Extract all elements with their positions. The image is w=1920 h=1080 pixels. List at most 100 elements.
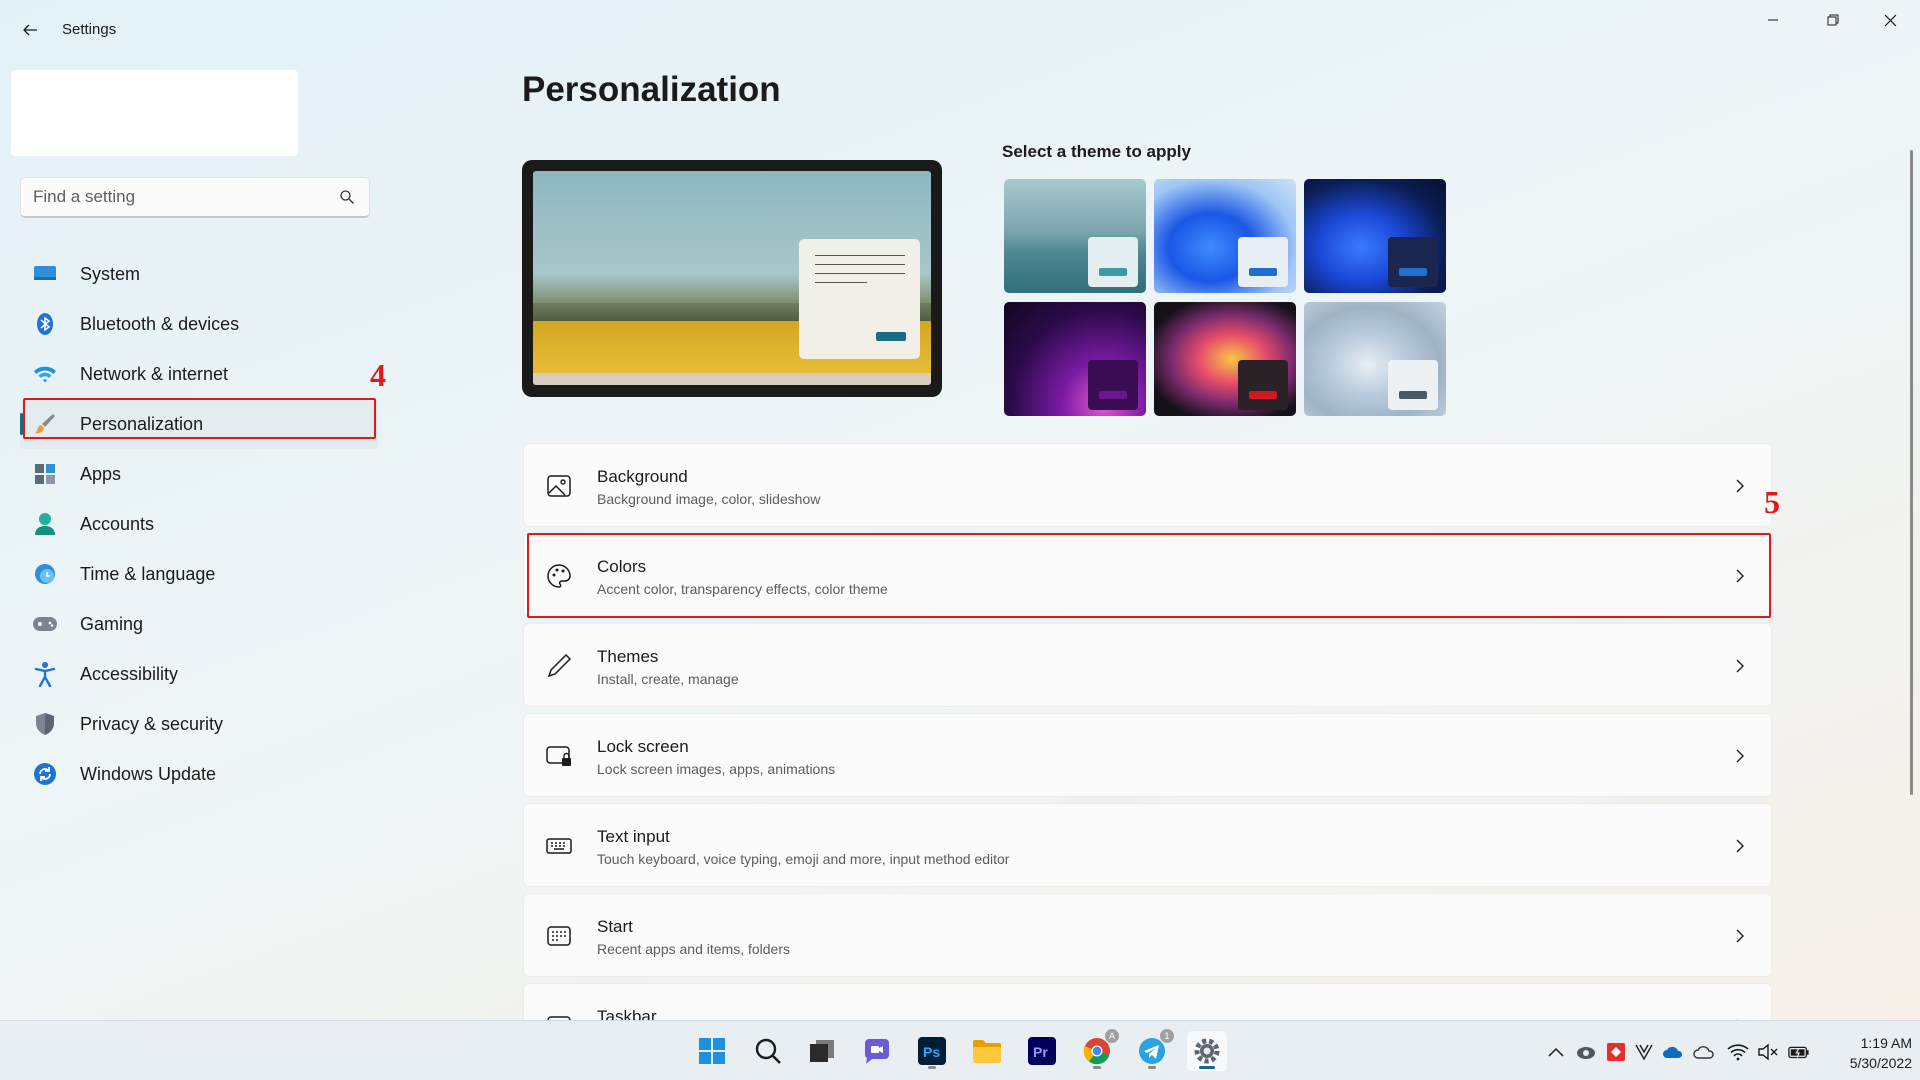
search-icon [755,1038,781,1064]
chrome-profile-badge: A [1105,1029,1119,1043]
sidebar-item-time-language[interactable]: Time & language [20,549,378,599]
monitor-icon [32,261,58,287]
theme-preview [522,160,942,397]
theme-glow[interactable] [1004,302,1146,416]
sidebar-item-personalization[interactable]: Personalization [20,399,378,449]
back-button[interactable] [14,14,46,46]
clock-date: 5/30/2022 [1849,1055,1912,1071]
app-title: Settings [62,21,117,38]
tray-battery[interactable] [1788,1041,1810,1063]
photoshop-icon: Ps [918,1037,946,1065]
tray-volume[interactable] [1757,1041,1779,1063]
volume-muted-icon [1758,1043,1778,1061]
restore-button[interactable] [1805,0,1861,40]
file-explorer-button[interactable] [967,1031,1007,1071]
search-input[interactable] [33,178,333,216]
tray-cloud-app[interactable] [1575,1041,1597,1063]
tray-onedrive-personal[interactable] [1693,1041,1715,1063]
annotation-step-4: 4 [370,357,386,393]
minimize-icon [1768,19,1778,21]
task-view-button[interactable] [802,1031,842,1071]
close-button[interactable] [1862,0,1918,40]
search-icon[interactable] [339,189,355,205]
gamepad-icon [32,611,58,637]
tray-network[interactable] [1727,1041,1749,1063]
sidebar-item-gaming[interactable]: Gaming [20,599,378,649]
preview-window [799,239,920,359]
sidebar-item-apps[interactable]: Apps [20,449,378,499]
sidebar-nav: System Bluetooth & devices Network & int… [20,249,378,799]
show-hidden-icons-button[interactable] [1545,1041,1567,1063]
sidebar-item-accounts[interactable]: Accounts [20,499,378,549]
card-lock-screen[interactable]: Lock screen Lock screen images, apps, an… [523,713,1772,797]
bluetooth-icon [32,311,58,337]
tray-vpn[interactable] [1633,1041,1655,1063]
photoshop-button[interactable]: Ps [912,1031,952,1071]
file-explorer-icon [973,1040,1001,1063]
chrome-button[interactable]: A [1077,1029,1119,1071]
battery-charging-icon [1788,1046,1809,1059]
keyboard-icon [546,838,572,854]
premiere-button[interactable]: Pr [1022,1031,1062,1071]
onedrive-icon [1663,1046,1683,1058]
sidebar-item-privacy-security[interactable]: Privacy & security [20,699,378,749]
card-start[interactable]: Start Recent apps and items, folders [523,893,1772,977]
card-text-input[interactable]: Text input Touch keyboard, voice typing,… [523,803,1772,887]
themes-section-title: Select a theme to apply [1002,142,1191,161]
card-colors[interactable]: Colors Accent color, transparency effect… [523,533,1772,617]
sidebar-item-accessibility[interactable]: Accessibility [20,649,378,699]
lock-screen-icon [546,746,571,766]
chevron-right-icon [1736,479,1744,493]
tray-onedrive[interactable] [1662,1041,1684,1063]
search-box[interactable] [20,177,370,218]
title-bar: Settings [0,0,1920,60]
annotation-step-5: 5 [1764,484,1780,520]
taskbar: Ps Pr A 1 1:19 AM 5/30/2022 [0,1020,1920,1080]
sidebar-item-windows-update[interactable]: Windows Update [20,749,378,799]
sidebar-item-system[interactable]: System [20,249,378,299]
wifi-icon [1727,1044,1749,1061]
clock[interactable]: 1:19 AM 5/30/2022 [1822,1033,1912,1073]
chevron-right-icon [1736,839,1744,853]
chat-button[interactable] [857,1031,897,1071]
pen-icon [547,653,572,678]
sidebar-item-bluetooth[interactable]: Bluetooth & devices [20,299,378,349]
theme-bloom-dark[interactable] [1304,179,1446,293]
svg-text:Ps: Ps [923,1044,940,1060]
card-themes[interactable]: Themes Install, create, manage [523,623,1772,707]
telegram-button[interactable]: 1 [1132,1029,1174,1071]
arrow-left-icon [23,24,37,36]
anydesk-icon [1607,1043,1625,1061]
premiere-icon: Pr [1028,1037,1056,1065]
card-background[interactable]: Background Background image, color, slid… [523,443,1772,527]
desktop-preview-image [533,171,931,385]
theme-captured-motion[interactable] [1154,302,1296,416]
image-icon [547,475,571,497]
sidebar-item-network[interactable]: Network & internet [20,349,378,399]
chat-icon [865,1039,889,1064]
restore-icon [1827,14,1839,26]
page-title: Personalization [522,70,781,109]
update-icon [32,761,58,787]
card-taskbar[interactable]: Taskbar [523,983,1772,1020]
theme-lake[interactable] [1004,179,1146,293]
preview-accent-button [876,332,906,341]
cloud-eye-icon [1577,1047,1595,1059]
person-icon [32,511,58,537]
settings-taskbar-button[interactable] [1187,1031,1227,1071]
account-profile-card[interactable] [11,70,298,156]
taskbar-search-button[interactable] [748,1031,788,1071]
start-button[interactable] [692,1031,732,1071]
theme-flow[interactable] [1304,302,1446,416]
shield-icon [32,711,58,737]
close-icon [1884,14,1896,26]
theme-bloom-light[interactable] [1154,179,1296,293]
wifi-icon [32,361,58,387]
apps-icon [32,461,58,487]
tray-anydesk[interactable] [1605,1041,1627,1063]
cloud-icon [1693,1046,1714,1059]
minimize-button[interactable] [1745,0,1801,40]
vertical-scrollbar[interactable] [1910,150,1913,795]
brush-icon [32,411,58,437]
chevron-right-icon [1736,569,1744,583]
